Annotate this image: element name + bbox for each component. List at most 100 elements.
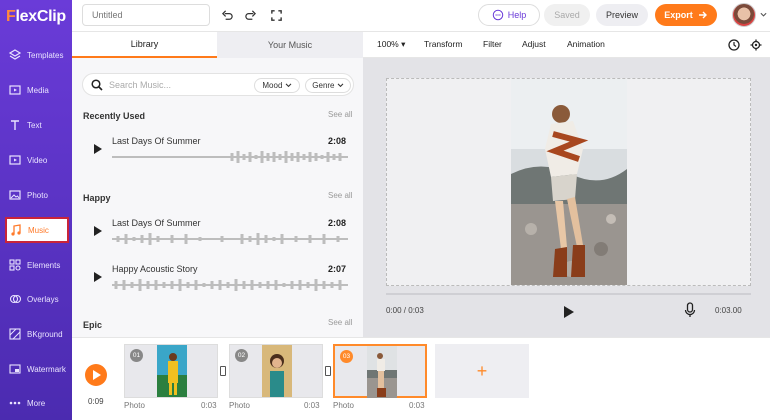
timeline-clip[interactable]: 01 [124,344,218,398]
tab-your-music[interactable]: Your Music [217,32,363,58]
undo-icon[interactable] [219,7,235,23]
adjust-button[interactable]: Adjust [522,39,546,49]
clip-duration: 0:03 [409,401,425,410]
see-all-link[interactable]: See all [328,318,352,327]
search-icon [91,79,103,91]
transform-button[interactable]: Transform [424,39,462,49]
export-button[interactable]: Export [655,4,717,26]
sidebar-item-text[interactable]: Text [0,108,72,142]
timeline-clip[interactable]: 02 [229,344,323,398]
settings-icon[interactable] [750,39,762,51]
text-icon [11,120,19,130]
zoom-dropdown[interactable]: 100% ▾ [377,39,405,50]
playback-progress-bar[interactable] [386,293,751,295]
avatar[interactable] [732,3,756,27]
list-item[interactable]: Happy Acoustic Story 2:07 [82,258,354,302]
preview-area: 0:00 / 0:03 0:03.00 [363,58,770,337]
sidebar-item-label: Photo [27,190,48,200]
sidebar-item-overlays[interactable]: Overlays [0,282,72,316]
sidebar-item-more[interactable]: More [0,386,72,420]
genre-dropdown[interactable]: Genre [305,78,351,93]
sidebar-item-music[interactable]: Music [5,217,69,243]
track-name: Last Days Of Summer [112,218,201,228]
sidebar: FlexClip Templates Media Text Video Phot… [0,0,72,420]
sidebar-item-label: Elements [27,260,61,270]
section-title: Happy [83,193,111,203]
redo-icon[interactable] [242,7,258,23]
timeline-time: 0:09 [88,397,104,406]
chat-icon [492,9,503,21]
video-canvas[interactable] [386,78,751,286]
editor-toolbar: 100% ▾ Transform Filter Adjust Animation [363,32,770,58]
mood-label: Mood [262,81,283,90]
timeline-clip-selected[interactable]: 03 [333,344,427,398]
see-all-link[interactable]: See all [328,110,352,119]
see-all-link[interactable]: See all [328,191,352,200]
arrow-right-icon [698,11,707,19]
photo-icon [9,190,21,200]
list-item[interactable]: Last Days Of Summer 2:08 [82,212,354,256]
clip-label: Photo [124,401,145,410]
animation-button[interactable]: Animation [567,39,605,49]
help-label: Help [507,10,527,20]
sidebar-item-templates[interactable]: Templates [0,38,72,72]
music-panel: Library Your Music Search Music... Mood … [72,32,363,337]
clip-label: Photo [333,401,354,410]
clip-thumbnail [367,346,397,398]
saved-button: Saved [544,4,590,26]
sidebar-item-label: Media [27,85,49,95]
play-icon[interactable] [94,226,102,236]
clip-number: 01 [130,349,143,362]
video-icon [9,155,21,165]
overlays-icon [9,294,22,304]
sidebar-item-label: Video [27,155,48,165]
help-button[interactable]: Help [478,4,540,26]
media-icon [9,85,21,95]
sidebar-item-video[interactable]: Video [0,143,72,177]
search-bar: Search Music... Mood Genre [82,73,354,96]
flexclip-logo[interactable]: FlexClip [6,8,66,26]
track-duration: 2:08 [328,136,347,146]
transition-icon[interactable] [220,366,226,376]
sidebar-item-background[interactable]: BKground [0,317,72,351]
sidebar-item-watermark[interactable]: Watermark [0,352,72,386]
play-icon[interactable] [94,144,102,154]
mood-dropdown[interactable]: Mood [254,78,300,93]
track-name: Last Days Of Summer [112,136,201,146]
tab-library[interactable]: Library [72,32,217,58]
music-icon [11,224,21,236]
sidebar-item-label: Templates [27,50,64,60]
sidebar-item-media[interactable]: Media [0,73,72,107]
sidebar-item-label: Overlays [27,294,59,304]
play-icon[interactable] [94,272,102,282]
preview-button[interactable]: Preview [596,4,648,26]
sidebar-item-photo[interactable]: Photo [0,178,72,212]
project-title-input[interactable] [82,4,210,26]
zoom-value: 100% [377,39,399,49]
waveform-icon [112,233,348,245]
clip-number: 02 [235,349,248,362]
list-item[interactable]: Last Days Of Summer 2:08 [82,130,354,174]
sidebar-item-label: Watermark [27,364,66,374]
timeline-play-button[interactable] [85,364,107,386]
sidebar-item-label: Text [27,120,42,130]
track-duration: 2:08 [328,218,347,228]
clip-thumbnail [262,345,292,397]
add-clip-button[interactable]: + [435,344,529,398]
fullscreen-icon[interactable] [268,7,284,23]
filter-button[interactable]: Filter [483,39,502,49]
canvas-photo[interactable] [511,79,627,285]
clock-icon[interactable] [728,39,740,51]
play-icon[interactable] [564,306,574,318]
clip-duration: 0:03 [304,401,320,410]
top-bar: Help Saved Preview Export [72,0,770,32]
chevron-down-icon[interactable] [760,12,767,18]
elements-icon [9,259,21,271]
microphone-icon[interactable] [683,302,697,318]
transition-icon[interactable] [325,366,331,376]
sidebar-item-label: Music [28,225,49,235]
clip-thumbnail [157,345,187,397]
chevron-down-icon [337,83,344,88]
sidebar-item-elements[interactable]: Elements [0,248,72,282]
search-input[interactable]: Search Music... [109,80,171,90]
